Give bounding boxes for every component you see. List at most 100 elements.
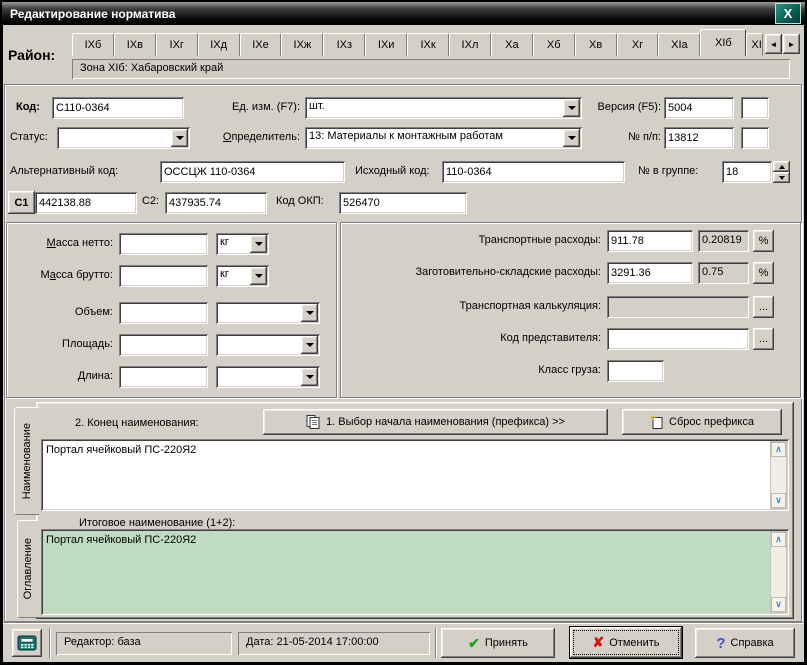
warehouse-percent-button[interactable]: % xyxy=(753,262,774,284)
total-name-textarea-wrap: Портал ячейковый ПС-220Я2 ∧ ∨ xyxy=(41,529,789,615)
versiya-input[interactable] xyxy=(664,97,734,119)
kod-okp-input[interactable] xyxy=(339,192,467,214)
close-button[interactable]: X xyxy=(775,3,801,24)
npp-label: № п/п: xyxy=(580,131,661,143)
ploshchad-unit-combobox[interactable] xyxy=(216,334,320,356)
window-title: Редактирование норматива xyxy=(2,7,175,21)
c1-button[interactable]: С1 xyxy=(8,191,35,214)
tab-Xg[interactable]: Хг xyxy=(617,33,659,56)
chevron-down-icon[interactable] xyxy=(250,235,267,253)
opredelitel-combobox[interactable]: 13: Материалы к монтажным работам xyxy=(305,127,582,149)
tab-IXk[interactable]: IXк xyxy=(407,33,449,56)
tab-IXz[interactable]: IXз xyxy=(323,33,365,56)
transport-input[interactable] xyxy=(607,230,693,252)
chevron-down-icon[interactable] xyxy=(563,99,580,117)
tab-naimenovanie[interactable]: Наименование xyxy=(14,407,39,515)
spinner-up-icon[interactable] xyxy=(773,161,790,172)
tab-IXb[interactable]: IXб xyxy=(72,33,114,56)
transport-percent-button[interactable]: % xyxy=(753,230,774,252)
tab-XI-partial[interactable]: XI xyxy=(746,33,763,56)
c2-input[interactable] xyxy=(165,192,267,214)
ploshchad-input[interactable] xyxy=(119,334,208,356)
tab-IXl[interactable]: IXл xyxy=(449,33,491,56)
accept-button[interactable]: ✔ Принять xyxy=(441,628,555,658)
tab-IXe[interactable]: IXе xyxy=(240,33,282,56)
massa-netto-input[interactable] xyxy=(119,233,208,255)
massa-netto-unit-combobox[interactable]: кг xyxy=(216,233,269,255)
c1-input[interactable] xyxy=(35,192,137,214)
editor-text: Редактор: база xyxy=(64,636,141,648)
dialog-window: Редактирование норматива X Район: IXб IX… xyxy=(0,0,807,665)
help-button[interactable]: ? Справка xyxy=(695,628,795,658)
alt-kod-input[interactable] xyxy=(160,161,345,183)
ed-izm-label: Ед. изм. (F7): xyxy=(205,101,300,113)
massa-brutto-unit-combobox[interactable]: кг xyxy=(216,265,269,287)
region-tab-strip: IXб IXв IXг IXд IXе IXж IXз IXи IXк IXл … xyxy=(72,29,750,56)
tab-Xb[interactable]: Хб xyxy=(533,33,575,56)
warehouse-percent: 0.75 xyxy=(698,262,749,284)
tab-XIa[interactable]: XIа xyxy=(658,33,700,56)
end-name-textarea-wrap: Портал ячейковый ПС-220Я2 ∧ ∨ xyxy=(41,439,789,511)
prefix-select-button[interactable]: 1. Выбор начала наименования (префикса) … xyxy=(263,409,608,435)
status-combobox[interactable] xyxy=(57,127,190,149)
end-name-scrollbar[interactable]: ∧ ∨ xyxy=(770,441,787,509)
tab-Xa[interactable]: Ха xyxy=(491,33,533,56)
tab-scroll-left-button[interactable]: ◄ xyxy=(765,34,782,54)
kod-input[interactable] xyxy=(52,97,184,119)
tab-IXi[interactable]: IXи xyxy=(365,33,407,56)
tab-scroll-right-button[interactable]: ► xyxy=(783,34,800,54)
tab-XIb-active[interactable]: XIб xyxy=(700,29,746,56)
total-name-scrollbar[interactable]: ∧ ∨ xyxy=(770,531,787,613)
chevron-down-icon[interactable] xyxy=(563,129,580,147)
tab-IXv[interactable]: IXв xyxy=(114,33,156,56)
cancel-button[interactable]: ✘ Отменить xyxy=(569,626,683,659)
tab-oglavlenie[interactable]: Оглавление xyxy=(17,520,38,618)
tab-Xv[interactable]: Хв xyxy=(575,33,617,56)
rep-browse-button[interactable]: ... xyxy=(753,328,774,350)
tab-IXd[interactable]: IXд xyxy=(198,33,240,56)
chevron-down-icon[interactable] xyxy=(301,336,318,354)
calc-browse-button[interactable]: ... xyxy=(753,296,774,318)
calc-input[interactable] xyxy=(607,296,749,318)
c2-label: С2: xyxy=(142,195,159,207)
obyem-unit-combobox[interactable] xyxy=(216,302,320,324)
chevron-down-icon[interactable] xyxy=(250,267,267,285)
warehouse-input[interactable] xyxy=(607,262,693,284)
chevron-down-icon[interactable] xyxy=(171,129,188,147)
ed-izm-combobox[interactable]: шт. xyxy=(305,97,582,119)
total-name-textarea[interactable]: Портал ячейковый ПС-220Я2 xyxy=(44,532,769,612)
n-v-gruppe-spinner xyxy=(773,161,790,183)
spinner-down-icon[interactable] xyxy=(773,172,790,183)
n-v-gruppe-input[interactable] xyxy=(722,161,772,183)
calc-label: Транспортная калькуляция: xyxy=(345,300,601,312)
dlina-unit-combobox[interactable] xyxy=(216,366,320,388)
versiya-extra-input[interactable] xyxy=(741,97,769,119)
cargo-input[interactable] xyxy=(607,360,664,382)
prefix-reset-button[interactable]: Сброс префикса xyxy=(622,409,782,435)
massa-brutto-input[interactable] xyxy=(119,265,208,287)
calculator-button[interactable] xyxy=(12,629,42,657)
tab-IXg[interactable]: IXг xyxy=(156,33,198,56)
dlina-input[interactable] xyxy=(119,366,208,388)
scroll-up-icon[interactable]: ∧ xyxy=(771,532,786,547)
massa-netto-label: Масса нетто: xyxy=(8,237,113,249)
calculator-icon xyxy=(17,635,37,651)
tab-IXzh[interactable]: IXж xyxy=(281,33,323,56)
scroll-up-icon[interactable]: ∧ xyxy=(771,442,786,457)
alt-kod-label: Альтернативный код: xyxy=(10,165,118,177)
chevron-down-icon[interactable] xyxy=(301,304,318,322)
ishod-kod-input[interactable] xyxy=(442,161,625,183)
scroll-down-icon[interactable]: ∨ xyxy=(771,493,786,508)
npp-extra-input[interactable] xyxy=(741,127,769,149)
obyem-input[interactable] xyxy=(119,302,208,324)
chevron-down-icon[interactable] xyxy=(301,368,318,386)
rep-input[interactable] xyxy=(607,328,749,350)
cross-icon: ✘ xyxy=(593,634,605,651)
check-icon: ✔ xyxy=(468,635,480,652)
npp-input[interactable] xyxy=(664,127,734,149)
scroll-down-icon[interactable]: ∨ xyxy=(771,597,786,612)
zone-text: Зона XIб: Хабаровский край xyxy=(80,62,223,74)
end-name-textarea[interactable]: Портал ячейковый ПС-220Я2 xyxy=(44,442,769,508)
zone-panel: Зона XIб: Хабаровский край xyxy=(72,59,790,79)
statusbar-separator xyxy=(49,628,51,658)
